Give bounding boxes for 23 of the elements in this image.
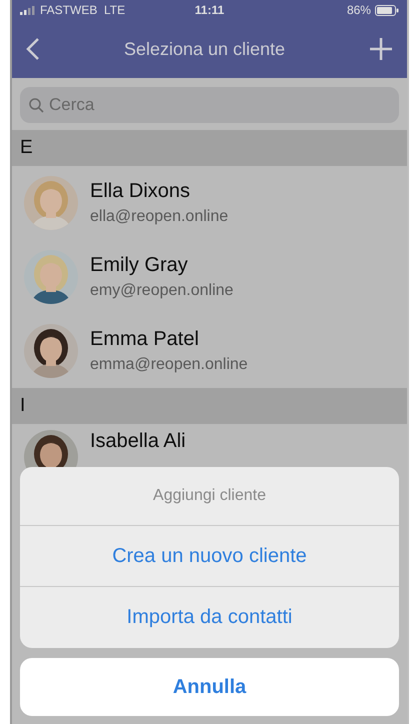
contact-email: ella@reopen.online xyxy=(90,208,228,226)
action-button[interactable]: Importa da contatti xyxy=(20,587,399,648)
battery-percent: 86% xyxy=(346,3,371,17)
carrier-label: FASTWEB LTE xyxy=(40,3,126,17)
contact-name: Ella Dixons xyxy=(90,180,192,203)
contact-name: Isabella Ali xyxy=(90,430,186,453)
plus-icon xyxy=(369,37,393,61)
section-header: E xyxy=(12,130,407,166)
screen-title: Seleziona un cliente xyxy=(122,38,286,60)
signal-icon xyxy=(20,6,36,14)
clock-time: 11:11 xyxy=(194,3,224,17)
back-icon xyxy=(26,37,40,61)
sheet-title: Aggiungi cliente xyxy=(20,467,399,526)
section-header: I xyxy=(12,388,407,424)
search-field[interactable]: Cerca xyxy=(20,87,399,123)
contact-email: emma@reopen.online xyxy=(90,356,248,374)
contact-name: Emma Patel xyxy=(90,328,200,351)
battery-icon xyxy=(374,4,399,16)
cancel-button[interactable]: Annulla xyxy=(20,658,399,716)
contact-name: Emily Gray xyxy=(90,254,189,277)
action-button[interactable]: Crea un nuovo cliente xyxy=(20,526,399,587)
contact-email: emy@reopen.online xyxy=(90,282,234,300)
search-icon xyxy=(29,98,44,113)
